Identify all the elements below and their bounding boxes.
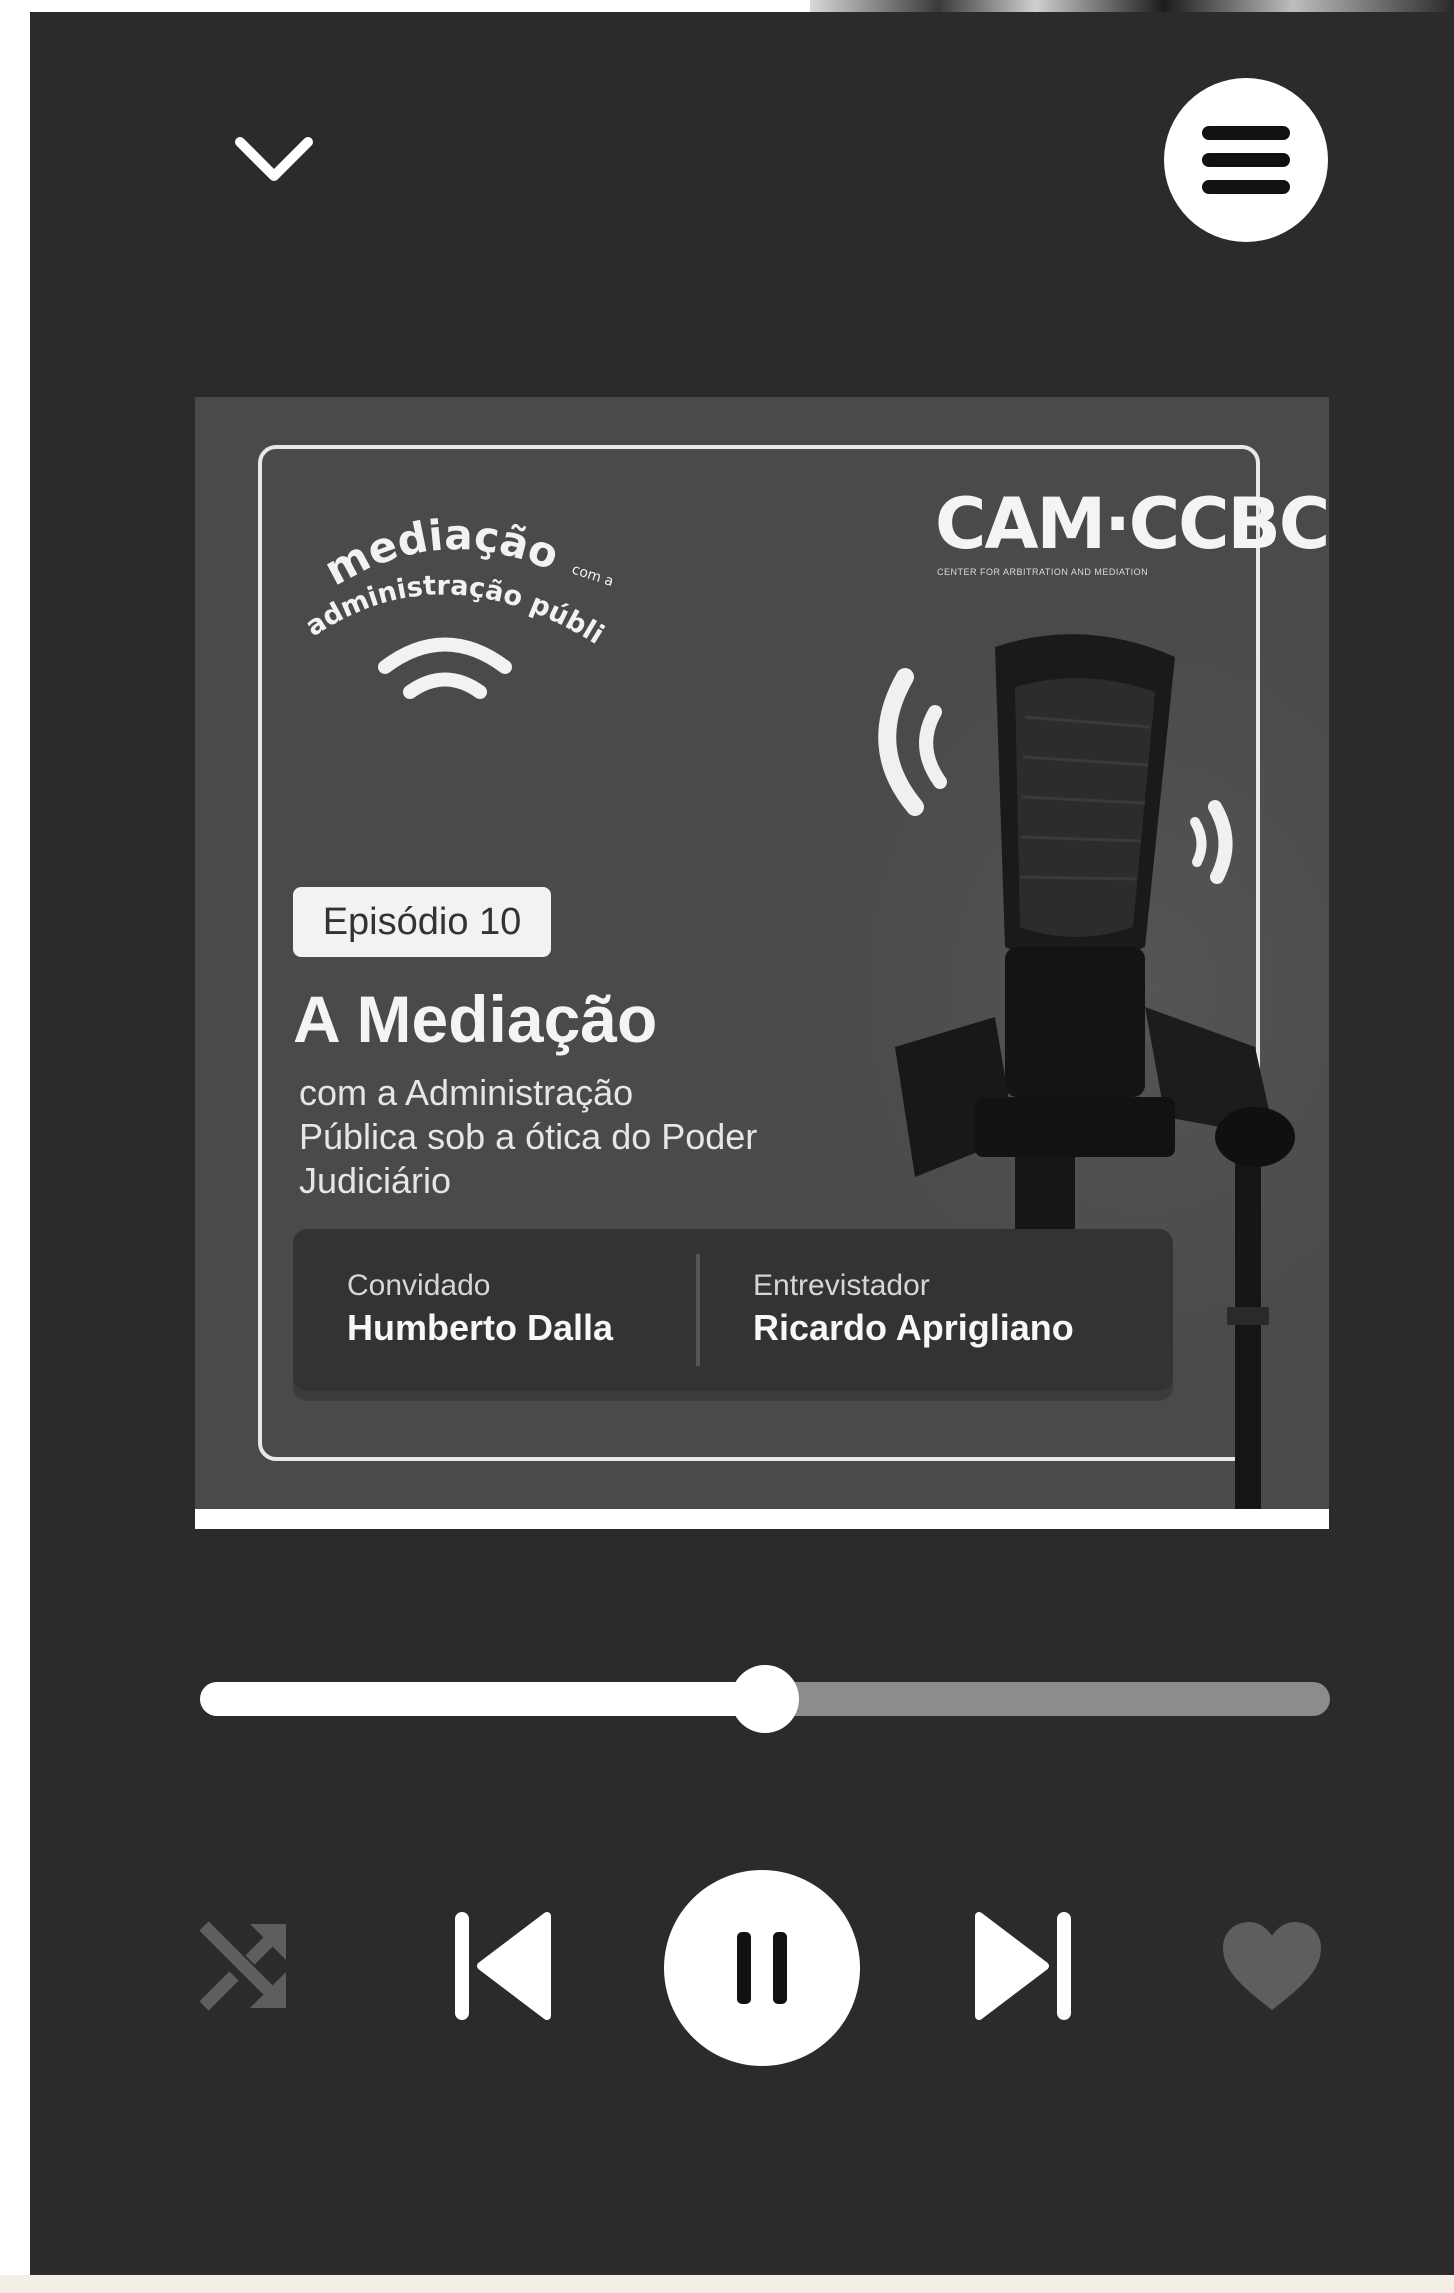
interviewer-label: Entrevistador <box>753 1269 930 1302</box>
svg-text:com a: com a <box>570 562 616 590</box>
skip-previous-icon <box>455 1912 551 2020</box>
series-logo-small: com a <box>570 562 616 590</box>
seek-bar[interactable] <box>200 1665 1330 1733</box>
episode-title: A Mediação <box>293 982 658 1056</box>
hamburger-menu-icon <box>1202 126 1290 194</box>
guest-name: Humberto Dalla <box>347 1307 614 1348</box>
page-left-edge <box>0 0 30 2293</box>
broadcast-waves-icon <box>378 637 512 699</box>
shuffle-button[interactable] <box>196 1918 292 2014</box>
interviewer-name: Ricardo Aprigliano <box>753 1307 1074 1348</box>
microphone-icon <box>878 634 1295 1529</box>
like-button[interactable] <box>1220 1916 1324 2016</box>
brand-logo-subtitle: CENTER FOR ARBITRATION AND MEDIATION <box>937 567 1149 577</box>
previous-button[interactable] <box>446 1910 556 2022</box>
play-pause-button[interactable] <box>664 1870 860 2066</box>
credits-box: Convidado Humberto Dalla Entrevistador R… <box>293 1229 1173 1391</box>
brand-logo: CAM·CCBC CENTER FOR ARBITRATION AND MEDI… <box>935 489 1329 589</box>
chevron-down-icon <box>235 137 313 181</box>
seek-bar-progress <box>200 1682 765 1716</box>
series-logo: mediação com a administração pública <box>295 477 616 699</box>
shuffle-icon <box>199 1921 286 2011</box>
collapse-button[interactable] <box>232 128 316 192</box>
seek-bar-thumb[interactable] <box>731 1665 799 1733</box>
artwork-bottom-bar <box>195 1509 1329 1529</box>
episode-artwork: mediação com a administração pública CAM… <box>195 397 1329 1529</box>
episode-subtitle: com a Administração Pública sob a ótica … <box>299 1072 758 1201</box>
page-bottom-edge <box>0 2275 1454 2293</box>
guest-label: Convidado <box>347 1269 491 1302</box>
now-playing-screen: mediação com a administração pública CAM… <box>30 12 1454 2275</box>
menu-button[interactable] <box>1164 78 1328 242</box>
brand-logo-main: CAM·CCBC <box>935 483 1329 565</box>
background-photo-edge <box>810 0 1454 12</box>
pause-icon <box>737 1932 787 2004</box>
credits-divider <box>696 1254 700 1366</box>
next-button[interactable] <box>970 1910 1080 2022</box>
skip-next-icon <box>975 1912 1071 2020</box>
heart-icon <box>1223 1922 1321 2010</box>
episode-badge: Episódio 10 <box>293 887 551 957</box>
